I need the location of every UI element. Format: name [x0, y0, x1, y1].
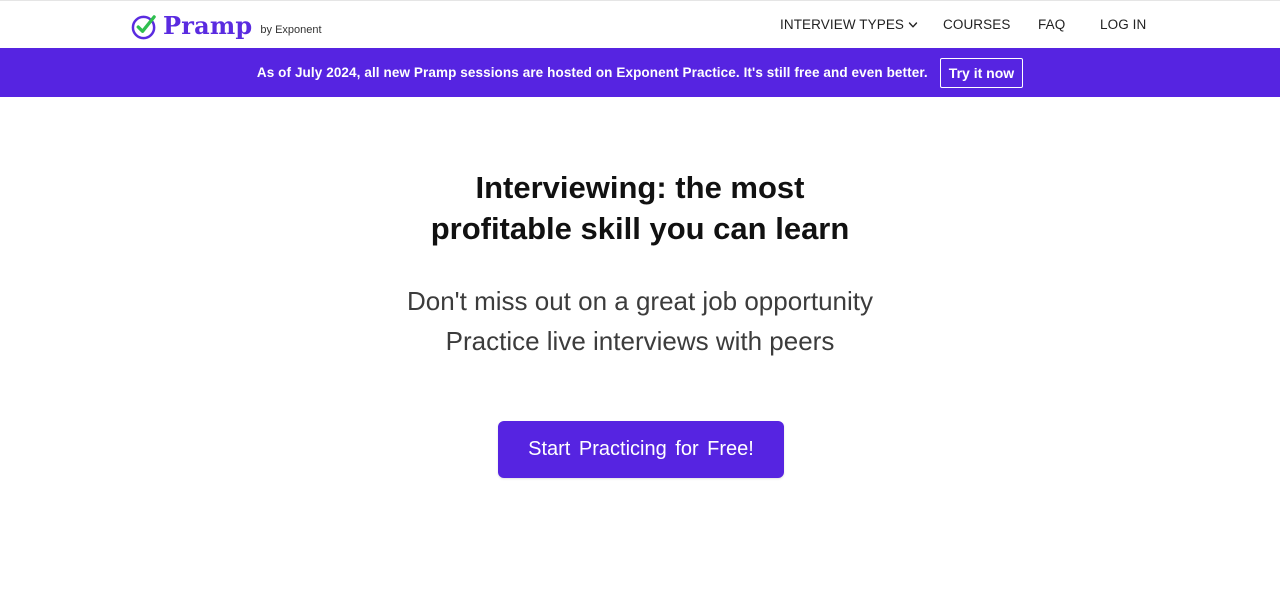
- chevron-down-icon: [908, 22, 918, 28]
- nav-interview-types-dropdown[interactable]: INTERVIEW TYPES: [780, 16, 918, 34]
- nav-courses-link[interactable]: COURSES: [943, 16, 1010, 34]
- try-it-now-button[interactable]: Try it now: [939, 57, 1024, 88]
- hero-title-line-1: Interviewing: the most: [475, 170, 805, 205]
- top-navigation: Pramp by Exponent INTERVIEW TYPES COURSE…: [0, 0, 1280, 48]
- main-nav: INTERVIEW TYPES COURSES FAQ LOG IN: [0, 1, 1280, 49]
- start-practicing-button[interactable]: Start Practicing for Free!: [498, 421, 784, 478]
- nav-interview-types-label: INTERVIEW TYPES: [780, 17, 905, 32]
- banner-message: As of July 2024, all new Pramp sessions …: [256, 65, 928, 80]
- hero-subtitle-line-2: Practice live interviews with peers: [445, 326, 835, 356]
- nav-faq-link[interactable]: FAQ: [1038, 16, 1065, 34]
- nav-login-link[interactable]: LOG IN: [1100, 16, 1146, 34]
- announcement-banner: As of July 2024, all new Pramp sessions …: [0, 48, 1280, 97]
- hero-title: Interviewing: the most profitable skill …: [0, 167, 1280, 249]
- hero-subtitle-line-1: Don't miss out on a great job opportunit…: [406, 286, 873, 316]
- hero-subtitle: Don't miss out on a great job opportunit…: [0, 281, 1280, 361]
- hero-section: Interviewing: the most profitable skill …: [0, 97, 1280, 595]
- hero-title-line-2: profitable skill you can learn: [430, 211, 850, 246]
